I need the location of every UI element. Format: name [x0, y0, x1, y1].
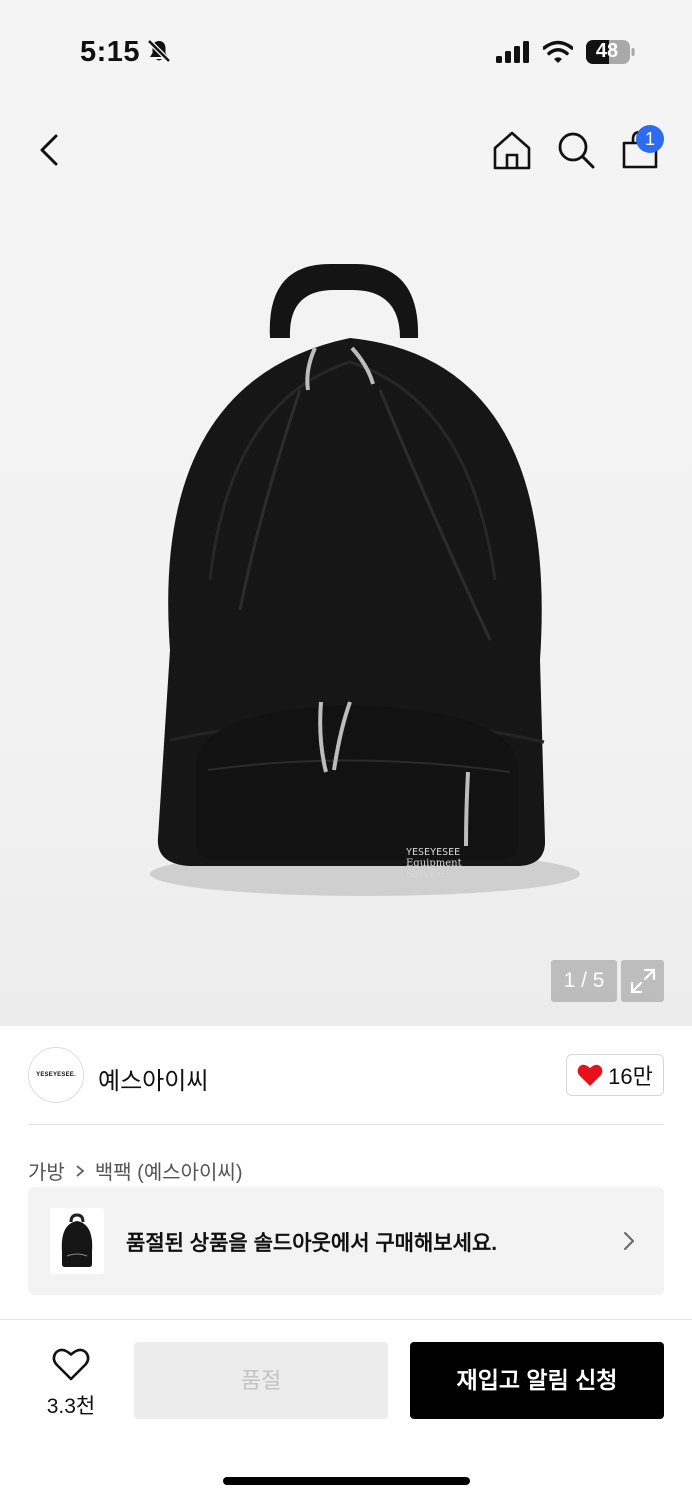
brand-logo-text: YESEYESEE.: [36, 1072, 76, 1078]
product-hero: 5:15 48 1 YESEYESEE Equipment Service 1 …: [0, 0, 692, 1026]
product-print-line1: YESEYESEE: [406, 847, 460, 858]
bell-off-icon: [147, 39, 171, 63]
chevron-right-icon: [76, 1164, 85, 1177]
heart-icon: [577, 1064, 603, 1086]
product-print-line2: Equipment: [406, 858, 462, 869]
divider: [28, 1124, 664, 1125]
restock-alert-button[interactable]: 재입고 알림 신청: [410, 1342, 664, 1419]
cart-badge: 1: [636, 125, 664, 153]
soldout-button[interactable]: 품절: [134, 1342, 388, 1419]
status-time: 5:15: [80, 36, 141, 68]
brand-name[interactable]: 예스아이씨: [98, 1061, 208, 1096]
home-indicator: [223, 1477, 470, 1485]
resell-thumbnail: [50, 1208, 104, 1274]
expand-icon: [630, 968, 655, 994]
wifi-icon: [543, 40, 573, 63]
chevron-right-icon: [624, 1232, 635, 1250]
bottom-action-bar: 3.3천 품절 재입고 알림 신청: [0, 1319, 692, 1500]
image-pager: 1 / 5: [551, 960, 617, 1002]
back-button[interactable]: [28, 128, 72, 172]
signal-icon: [496, 41, 529, 63]
search-icon: [558, 132, 595, 169]
wishlist-count: 3.3천: [46, 1395, 96, 1418]
product-print-line3: Service: [406, 869, 444, 880]
brand-like-button[interactable]: 16만: [566, 1054, 664, 1096]
product-image[interactable]: YESEYESEE Equipment Service: [140, 250, 590, 910]
breadcrumb: 가방 백팩 (예스아이씨): [28, 1156, 243, 1185]
brand-like-count: 16만: [608, 1064, 653, 1089]
battery-level: 48: [595, 40, 619, 62]
status-bar: 5:15 48: [0, 0, 692, 100]
backpack-thumbnail-icon: [61, 1213, 93, 1267]
search-button[interactable]: [554, 128, 598, 172]
home-icon: [493, 131, 531, 170]
soldout-resell-banner[interactable]: 품절된 상품을 솔드아웃에서 구매해보세요.: [28, 1187, 664, 1295]
breadcrumb-subcategory[interactable]: 백팩 (예스아이씨): [95, 1156, 243, 1185]
back-icon: [40, 134, 58, 166]
heart-outline-icon: [52, 1348, 90, 1381]
breadcrumb-category[interactable]: 가방: [28, 1156, 65, 1185]
home-button[interactable]: [490, 128, 534, 172]
brand-logo[interactable]: YESEYESEE.: [28, 1047, 84, 1103]
expand-button[interactable]: [621, 960, 664, 1002]
resell-banner-text: 품절된 상품을 솔드아웃에서 구매해보세요.: [126, 1232, 498, 1255]
wishlist-button[interactable]: 3.3천: [36, 1348, 106, 1418]
